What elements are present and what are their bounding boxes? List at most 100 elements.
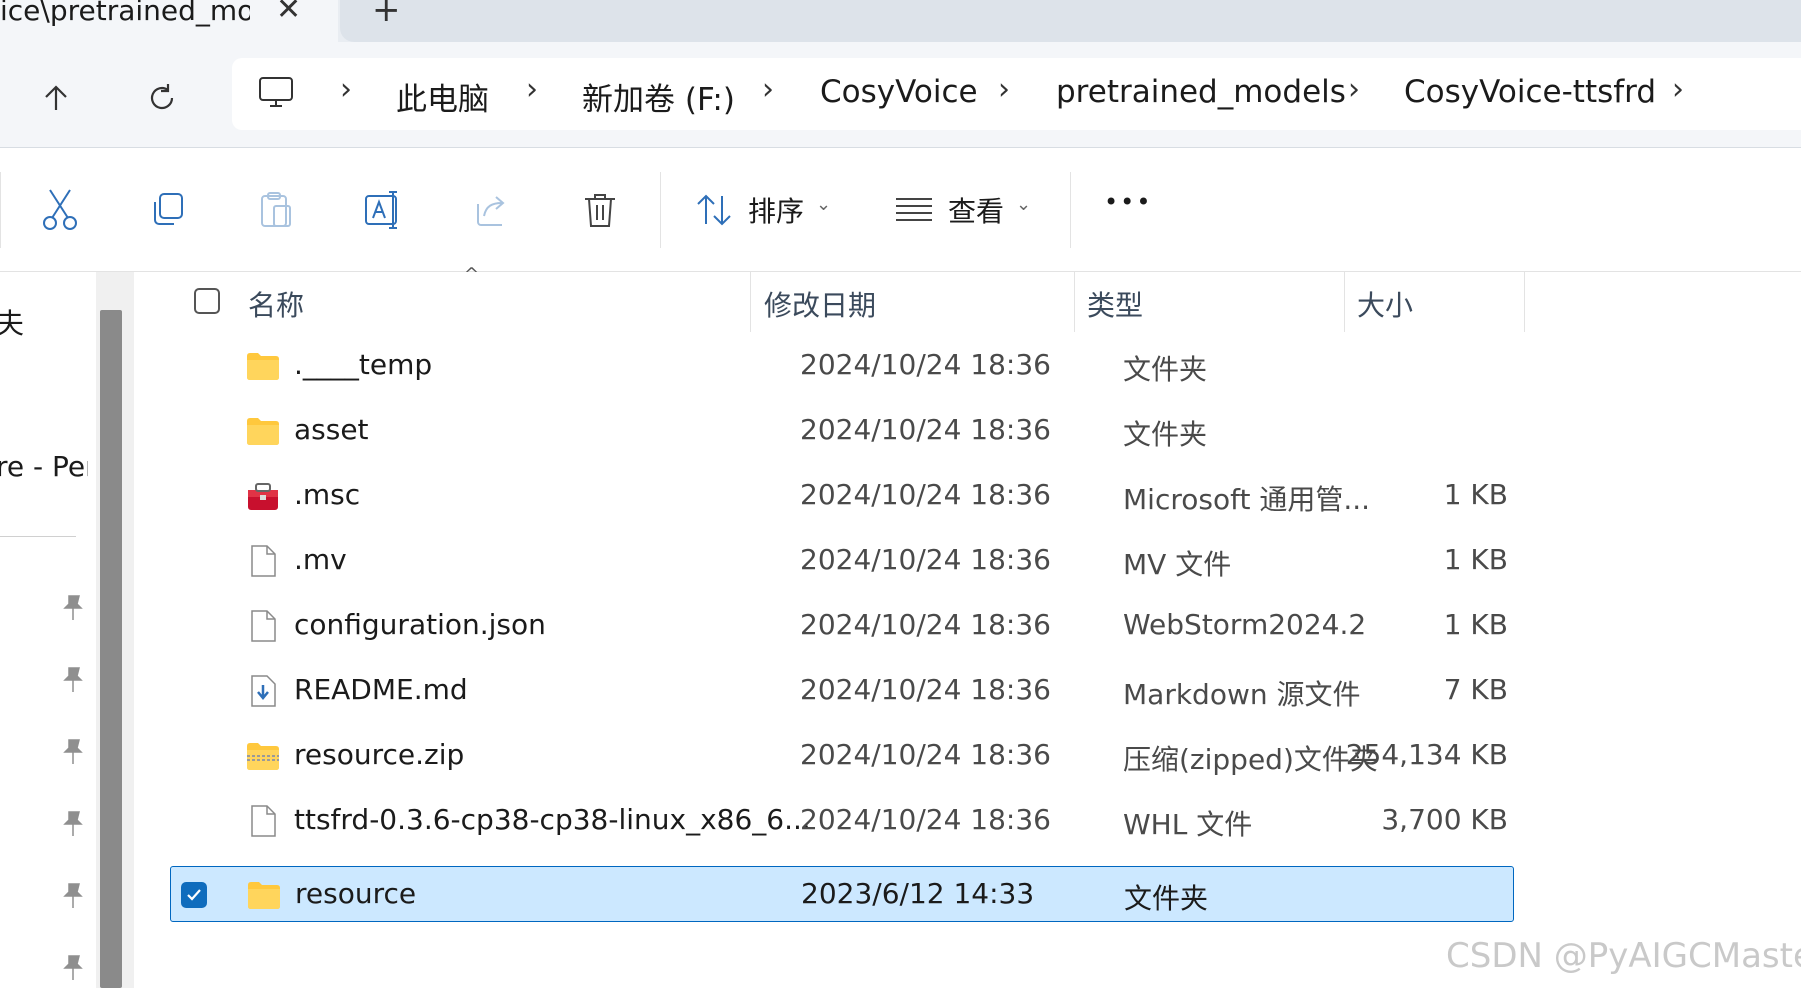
file-list: ^ 名称 修改日期 类型 大小 .____temp 2024/10/24 18:… bbox=[134, 264, 1801, 988]
folder-icon bbox=[248, 882, 280, 909]
sort-button[interactable]: 排序 bbox=[748, 190, 804, 230]
pin-icon[interactable] bbox=[60, 738, 84, 766]
tab-strip: ice\pretrained_mode ✕ + bbox=[0, 0, 1801, 42]
new-tab-button[interactable]: + bbox=[372, 0, 401, 30]
folder-icon bbox=[247, 353, 279, 380]
tab-title: ice\pretrained_mode bbox=[0, 0, 250, 27]
file-row[interactable]: README.md 2024/10/24 18:36 Markdown 源文件 … bbox=[170, 663, 1514, 719]
navigation-pane: 夫 re - Pers bbox=[0, 272, 96, 988]
column-date-modified[interactable]: 修改日期 bbox=[764, 284, 876, 324]
breadcrumb-pretrained-models[interactable]: pretrained_models bbox=[1056, 74, 1346, 110]
file-size: 7 KB bbox=[1443, 673, 1508, 706]
view-button[interactable]: 查看 bbox=[948, 190, 1004, 230]
column-size[interactable]: 大小 bbox=[1357, 284, 1413, 324]
file-icon bbox=[251, 805, 276, 837]
column-divider[interactable] bbox=[750, 272, 751, 332]
row-checkbox-checked[interactable] bbox=[181, 882, 207, 908]
file-name[interactable]: resource bbox=[295, 877, 416, 910]
folder-icon bbox=[247, 418, 279, 445]
toolbar-divider bbox=[1070, 172, 1071, 248]
delete-icon[interactable] bbox=[574, 184, 626, 236]
file-size: 254,134 KB bbox=[1345, 738, 1508, 771]
refresh-icon[interactable] bbox=[142, 78, 182, 118]
breadcrumb-separator[interactable]: › bbox=[1348, 72, 1360, 107]
file-type: 文件夹 bbox=[1124, 882, 1209, 915]
file-size: 1 KB bbox=[1443, 478, 1508, 511]
file-row[interactable]: ttsfrd-0.3.6-cp38-cp38-linux_x86_6... 20… bbox=[170, 793, 1514, 849]
file-type: 文件夹 bbox=[1123, 418, 1208, 451]
file-date: 2023/6/12 14:33 bbox=[801, 877, 1035, 910]
breadcrumb-cosyvoice[interactable]: CosyVoice bbox=[820, 74, 978, 110]
file-name[interactable]: resource.zip bbox=[294, 738, 464, 771]
file-type: 压缩(zipped)文件夹 bbox=[1123, 743, 1378, 776]
column-divider[interactable] bbox=[1524, 272, 1525, 332]
breadcrumb-separator[interactable]: › bbox=[762, 72, 774, 107]
file-row[interactable]: asset 2024/10/24 18:36 文件夹 bbox=[170, 403, 1514, 459]
file-row[interactable]: .msc 2024/10/24 18:36 Microsoft 通用管... 1… bbox=[170, 468, 1514, 524]
pin-icon[interactable] bbox=[60, 810, 84, 838]
command-bar: 排序 ⌄ 查看 ⌄ ••• bbox=[0, 148, 1801, 272]
file-name[interactable]: ttsfrd-0.3.6-cp38-cp38-linux_x86_6... bbox=[294, 803, 811, 836]
file-row[interactable]: .____temp 2024/10/24 18:36 文件夹 bbox=[170, 338, 1514, 394]
cut-icon[interactable] bbox=[34, 184, 86, 236]
file-type: Microsoft 通用管... bbox=[1123, 483, 1371, 516]
pin-icon[interactable] bbox=[60, 882, 84, 910]
sort-ascending-icon: ^ bbox=[464, 264, 480, 285]
breadcrumb-this-pc[interactable]: 此电脑 bbox=[396, 74, 489, 119]
checkmark-icon bbox=[187, 889, 201, 901]
file-type: 文件夹 bbox=[1123, 353, 1208, 386]
file-date: 2024/10/24 18:36 bbox=[800, 608, 1051, 641]
sort-chevron-down-icon[interactable]: ⌄ bbox=[816, 194, 831, 215]
file-size: 3,700 KB bbox=[1381, 803, 1508, 836]
breadcrumb-separator[interactable]: › bbox=[998, 72, 1010, 107]
column-name[interactable]: 名称 bbox=[248, 284, 304, 324]
rename-icon[interactable] bbox=[358, 184, 410, 236]
file-row-selected[interactable]: resource 2023/6/12 14:33 文件夹 bbox=[170, 866, 1514, 922]
pin-icon[interactable] bbox=[60, 594, 84, 622]
file-name[interactable]: asset bbox=[294, 413, 369, 446]
file-type: WHL 文件 bbox=[1123, 808, 1253, 841]
file-name[interactable]: .msc bbox=[294, 478, 360, 511]
file-type: Markdown 源文件 bbox=[1123, 678, 1361, 711]
file-name[interactable]: configuration.json bbox=[294, 608, 546, 641]
file-name[interactable]: README.md bbox=[294, 673, 468, 706]
file-size: 1 KB bbox=[1443, 543, 1508, 576]
file-date: 2024/10/24 18:36 bbox=[800, 673, 1051, 706]
pin-icon[interactable] bbox=[60, 954, 84, 982]
tab-close-icon[interactable]: ✕ bbox=[276, 0, 301, 27]
copy-icon[interactable] bbox=[142, 184, 194, 236]
paste-icon[interactable] bbox=[250, 184, 302, 236]
pin-icon[interactable] bbox=[60, 666, 84, 694]
view-chevron-down-icon[interactable]: ⌄ bbox=[1016, 194, 1031, 215]
sidebar-scrollbar[interactable] bbox=[100, 310, 122, 988]
column-divider[interactable] bbox=[1074, 272, 1075, 332]
file-date: 2024/10/24 18:36 bbox=[800, 478, 1051, 511]
file-name[interactable]: .____temp bbox=[294, 348, 432, 381]
view-list-icon[interactable] bbox=[888, 184, 940, 236]
breadcrumb-separator[interactable]: › bbox=[526, 72, 538, 107]
column-divider[interactable] bbox=[1344, 272, 1345, 332]
computer-icon[interactable] bbox=[258, 76, 294, 114]
share-icon[interactable] bbox=[466, 184, 518, 236]
sort-icon[interactable] bbox=[688, 184, 740, 236]
breadcrumb-separator[interactable]: › bbox=[1672, 72, 1684, 107]
breadcrumb-drive-f[interactable]: 新加卷 (F:) bbox=[582, 74, 735, 119]
toolbar-divider bbox=[0, 172, 1, 248]
file-name[interactable]: .mv bbox=[294, 543, 347, 576]
column-header: ^ 名称 修改日期 类型 大小 bbox=[134, 264, 1525, 332]
sidebar-item-onedrive[interactable]: re - Pers bbox=[0, 450, 88, 483]
more-options-button[interactable]: ••• bbox=[1104, 188, 1152, 216]
address-bar[interactable]: › 此电脑 › 新加卷 (F:) › CosyVoice › pretraine… bbox=[232, 58, 1801, 130]
file-row[interactable]: resource.zip 2024/10/24 18:36 压缩(zipped)… bbox=[170, 728, 1514, 784]
file-date: 2024/10/24 18:36 bbox=[800, 413, 1051, 446]
up-arrow-icon[interactable] bbox=[36, 78, 76, 118]
column-type[interactable]: 类型 bbox=[1087, 284, 1143, 324]
breadcrumb-cosyvoice-ttsfrd[interactable]: CosyVoice-ttsfrd bbox=[1404, 74, 1656, 110]
tab-current[interactable]: ice\pretrained_mode ✕ bbox=[0, 0, 338, 42]
breadcrumb-separator[interactable]: › bbox=[340, 72, 352, 107]
select-all-checkbox[interactable] bbox=[194, 288, 220, 314]
sidebar-item-partial[interactable]: 夫 bbox=[0, 302, 24, 342]
file-date: 2024/10/24 18:36 bbox=[800, 738, 1051, 771]
file-row[interactable]: configuration.json 2024/10/24 18:36 WebS… bbox=[170, 598, 1514, 654]
file-row[interactable]: .mv 2024/10/24 18:36 MV 文件 1 KB bbox=[170, 533, 1514, 589]
